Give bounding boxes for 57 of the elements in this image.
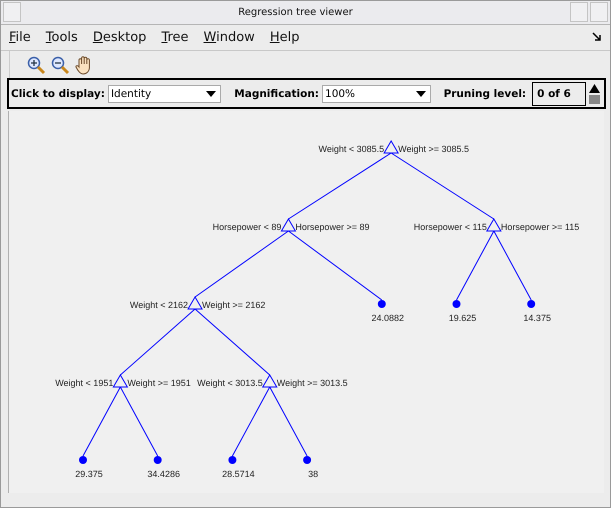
split-node-triangle[interactable] — [187, 296, 203, 310]
pruning-level-field[interactable]: 0 of 6 — [532, 82, 586, 106]
leaf-node-dot[interactable] — [79, 456, 87, 464]
tree-edge — [456, 230, 494, 301]
dropdown-arrow-icon — [416, 90, 426, 97]
leaf-value-label: 38 — [308, 469, 318, 480]
magnification-dropdown[interactable]: 100% — [322, 84, 431, 103]
spinner-up-icon[interactable] — [589, 82, 600, 94]
magnification-label: Magnification: — [234, 88, 320, 100]
menu-item[interactable]: Tree — [161, 30, 189, 45]
display-dropdown[interactable]: Identity — [108, 84, 222, 103]
split-node-triangle[interactable] — [280, 218, 296, 232]
split-condition-label: Weight >= 1951 — [127, 378, 191, 388]
split-node-triangle[interactable] — [262, 374, 278, 388]
split-condition-label: Weight >= 3085.5 — [398, 144, 470, 154]
leaf-value-label: 14.375 — [523, 313, 551, 324]
split-node-triangle[interactable] — [486, 218, 502, 232]
split-condition-label: Horsepower < 115 — [414, 222, 487, 232]
pruning-label: Pruning level: — [444, 88, 526, 100]
split-condition-label: Weight < 1951 — [55, 378, 114, 388]
menu-item[interactable]: Help — [270, 30, 300, 45]
menu-item[interactable]: Window — [204, 30, 255, 45]
split-condition-label: Horsepower >= 115 — [500, 222, 580, 232]
undock-arrow-icon[interactable] — [592, 32, 602, 42]
zoom-in-icon[interactable] — [26, 54, 46, 75]
leaf-node-dot[interactable] — [303, 456, 312, 464]
menu-item[interactable]: Desktop — [92, 30, 146, 45]
menu-item[interactable]: File — [9, 30, 31, 45]
leaf-value-label: 24.0882 — [372, 313, 404, 324]
leaf-value-label: 34.4286 — [147, 469, 180, 480]
tree-edge — [82, 386, 121, 457]
tree-edge — [232, 386, 270, 457]
tree-edge — [120, 386, 158, 457]
leaf-node-dot[interactable] — [527, 300, 536, 308]
display-label: Click to display: — [11, 88, 105, 100]
zoom-out-icon[interactable] — [50, 54, 70, 75]
menu-item[interactable]: Tools — [46, 30, 78, 45]
split-condition-label: Weight < 3013.5 — [197, 378, 263, 388]
leaf-node-dot[interactable] — [452, 300, 460, 308]
leaf-node-dot[interactable] — [154, 456, 162, 464]
leaf-node-dot[interactable] — [228, 456, 236, 464]
split-condition-label: Horsepower >= 89 — [295, 222, 370, 232]
split-condition-label: Weight < 2162 — [130, 300, 188, 310]
window-title: Regression tree viewer — [237, 6, 354, 18]
split-condition-label: Horsepower < 89 — [212, 222, 282, 232]
leaf-value-label: 19.625 — [448, 313, 476, 324]
leaf-value-label: 29.375 — [75, 469, 103, 480]
dropdown-arrow-icon — [206, 90, 216, 97]
leaf-node-dot[interactable] — [378, 300, 386, 308]
split-node-triangle[interactable] — [112, 374, 128, 388]
split-condition-label: Weight >= 3013.5 — [276, 378, 348, 388]
split-condition-label: Weight >= 2162 — [202, 300, 266, 310]
split-node-triangle[interactable] — [383, 140, 400, 154]
split-condition-label: Weight < 3085.5 — [318, 144, 384, 154]
tree-edge — [493, 230, 532, 301]
leaf-value-label: 28.5714 — [222, 469, 255, 480]
tree-edge — [269, 386, 308, 457]
